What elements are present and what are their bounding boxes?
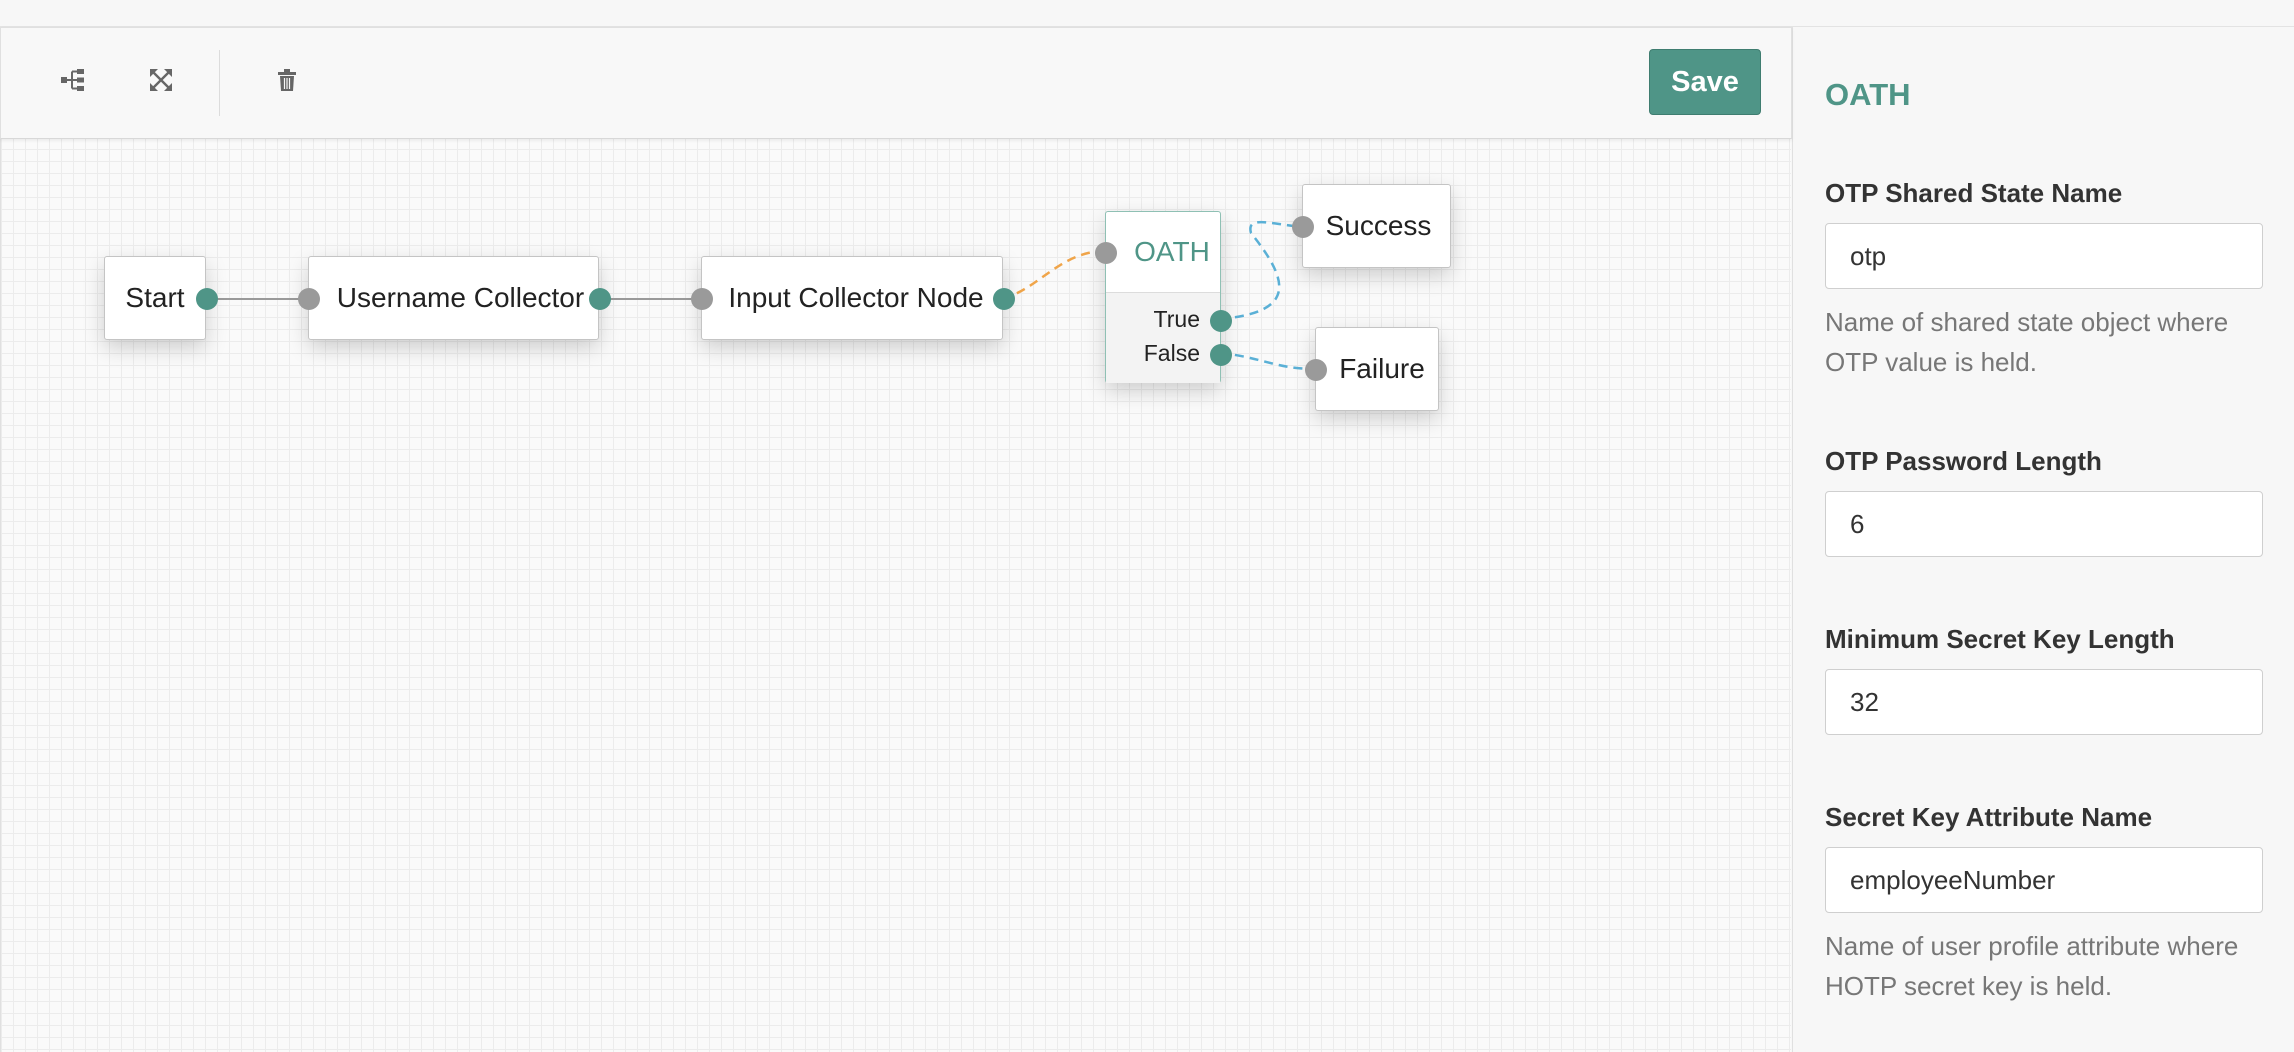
- editor-toolbar: Save: [0, 27, 1792, 139]
- node-username-collector[interactable]: Username Collector: [298, 256, 611, 340]
- node-label: Success: [1325, 210, 1432, 241]
- otp-password-length-label: OTP Password Length: [1825, 446, 2102, 476]
- delete-button[interactable]: [265, 58, 309, 102]
- output-port[interactable]: [589, 288, 611, 310]
- node-label: Username Collector: [336, 282, 585, 313]
- outcome-list: True False: [1106, 292, 1232, 383]
- outcome-false-port[interactable]: [1210, 344, 1232, 366]
- outcome-true-port[interactable]: [1210, 310, 1232, 332]
- node-success[interactable]: Success: [1292, 184, 1451, 268]
- input-port[interactable]: [298, 288, 320, 310]
- tidy-layout-button[interactable]: [51, 58, 95, 102]
- node-failure[interactable]: Failure: [1305, 327, 1439, 411]
- node-properties-panel: OATH OTP Shared State Name Name of share…: [1792, 27, 2294, 1052]
- input-port[interactable]: [1292, 216, 1314, 238]
- node-label: Start: [125, 282, 185, 313]
- tree-editor: Save Start Username Collector Input Coll…: [0, 27, 1792, 1052]
- output-port[interactable]: [196, 288, 218, 310]
- otp-shared-state-label: OTP Shared State Name: [1825, 178, 2123, 208]
- expand-icon: [150, 69, 172, 91]
- min-secret-key-length-label: Minimum Secret Key Length: [1825, 624, 2175, 654]
- node-start[interactable]: Start: [104, 256, 218, 340]
- node-label: Input Collector Node: [728, 282, 984, 313]
- node-label: Failure: [1339, 353, 1425, 384]
- input-port[interactable]: [1305, 359, 1327, 381]
- secret-key-attribute-label: Secret Key Attribute Name: [1825, 802, 2153, 832]
- node-input-collector[interactable]: Input Collector Node: [691, 256, 1015, 340]
- fullscreen-button[interactable]: [139, 58, 183, 102]
- link-false-failure: [1219, 351, 1316, 371]
- node-oath[interactable]: OATH True False: [1095, 211, 1232, 383]
- output-port[interactable]: [993, 288, 1015, 310]
- outcome-false-label: False: [1143, 340, 1200, 366]
- node-label: OATH: [1134, 236, 1210, 267]
- min-secret-key-length-input[interactable]: [1825, 669, 2263, 735]
- secret-key-attribute-help: Name of user profile attribute where HOT…: [1825, 931, 2239, 1001]
- trash-icon: [278, 69, 296, 91]
- tree-layout-icon: [61, 69, 84, 91]
- outcome-true-label: True: [1153, 306, 1200, 332]
- top-bar: [0, 0, 2294, 27]
- otp-shared-state-help: Name of shared state object where OTP va…: [1825, 307, 2229, 377]
- otp-shared-state-input[interactable]: [1825, 223, 2263, 289]
- panel-title: OATH: [1825, 77, 1911, 112]
- input-port[interactable]: [691, 288, 713, 310]
- link-input-oath: [1002, 249, 1107, 301]
- otp-password-length-input[interactable]: [1825, 491, 2263, 557]
- toolbar-divider: [219, 50, 220, 116]
- secret-key-attribute-input[interactable]: [1825, 847, 2263, 913]
- tree-canvas[interactable]: Start Username Collector Input Collector…: [0, 137, 1791, 1052]
- link-true-success: [1219, 220, 1303, 321]
- save-button[interactable]: Save: [1649, 49, 1761, 115]
